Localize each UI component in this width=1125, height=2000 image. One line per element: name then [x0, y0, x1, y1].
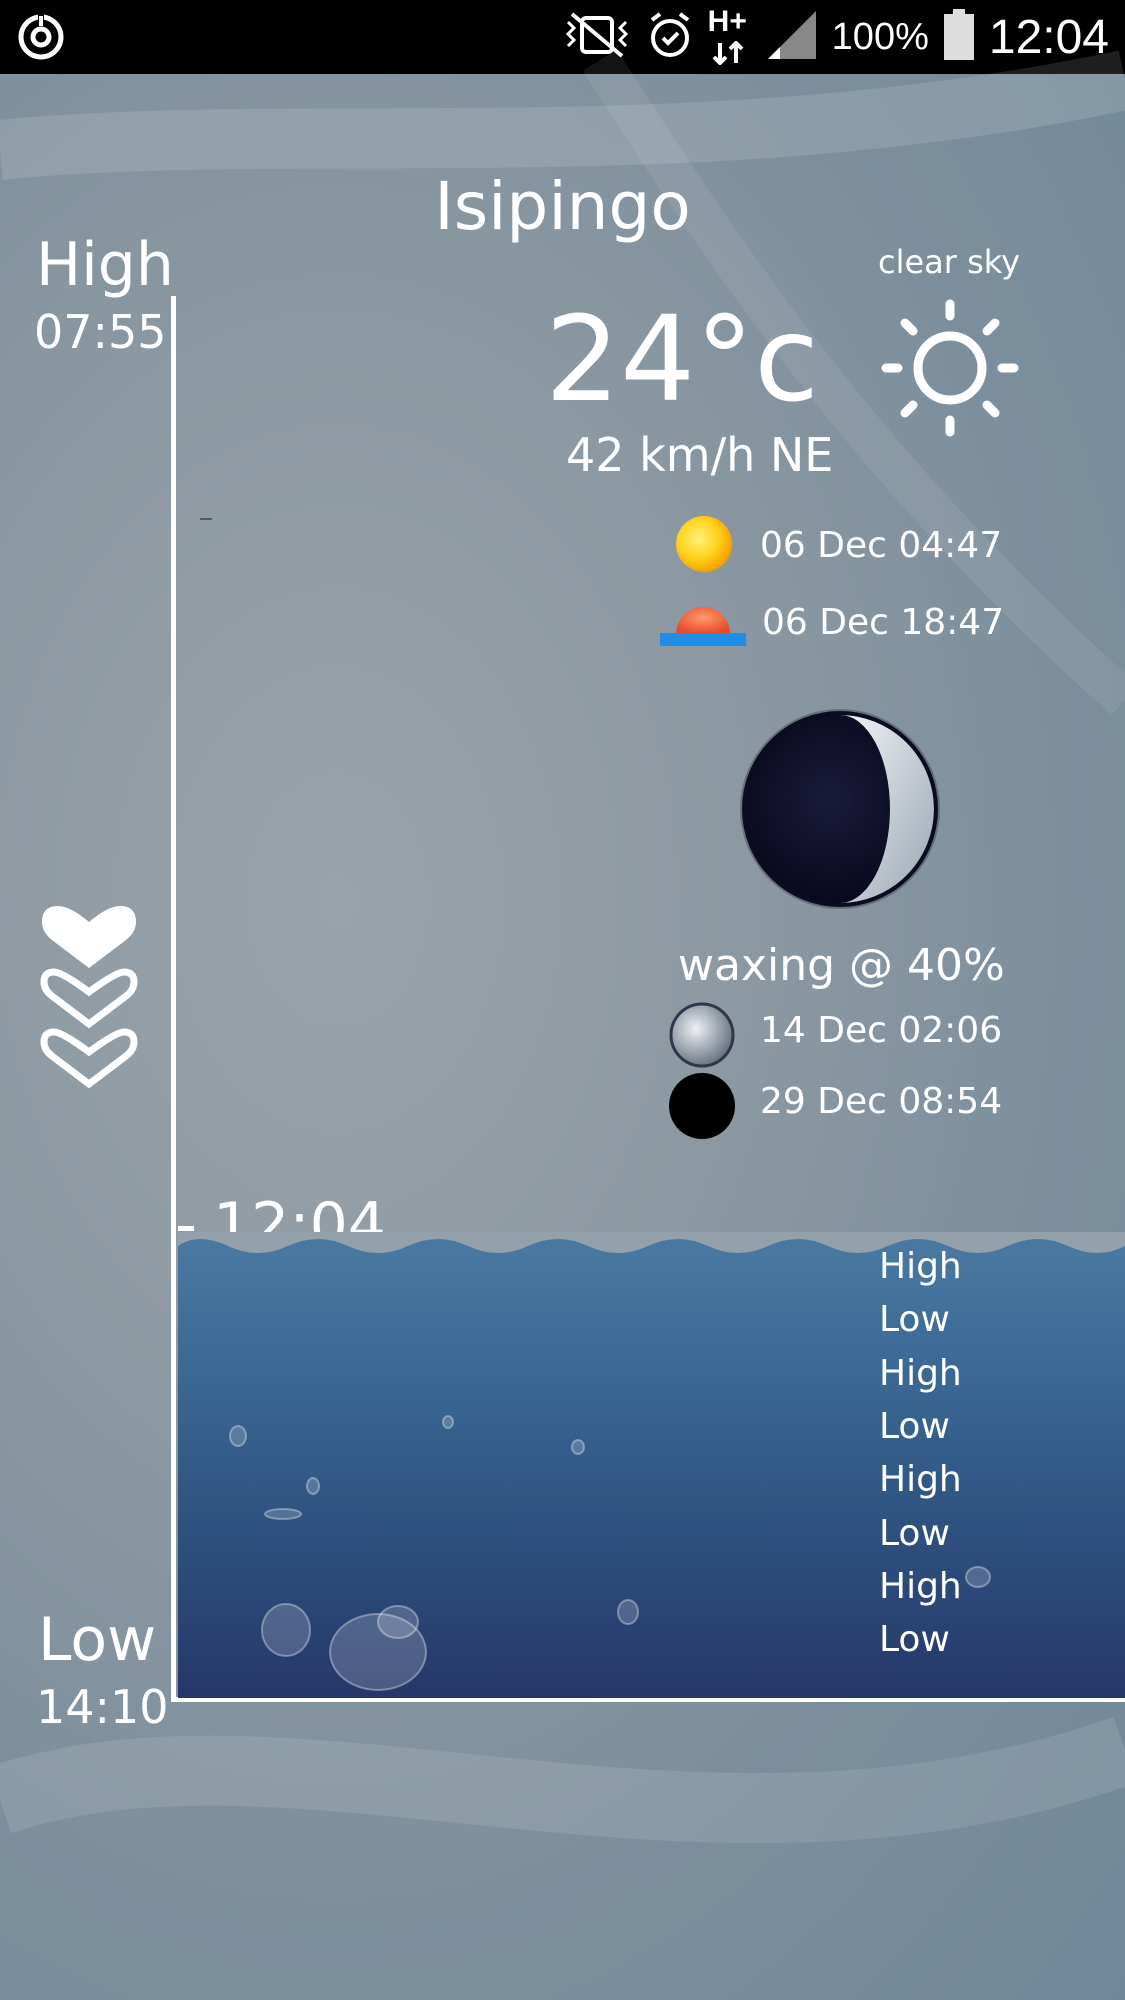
next-low-label: Low	[38, 1605, 157, 1675]
next-high-label: High	[36, 230, 174, 300]
tide-falling-chevrons-icon	[34, 902, 144, 1096]
sun-outline-icon	[880, 298, 1020, 442]
moon-phase-text: waxing @ 40%	[678, 940, 1005, 991]
tide-type: High	[879, 1459, 962, 1501]
new-moon-icon	[668, 1072, 736, 1144]
high-tick	[200, 518, 212, 520]
next-low-time: 14:10	[36, 1680, 169, 1734]
next-high-time: 07:55	[34, 305, 167, 359]
tide-type: Low	[879, 1299, 950, 1341]
water-bubbles	[229, 1415, 991, 1691]
new-moon-date: 29 Dec 08:54	[760, 1081, 1003, 1122]
current-time-tick	[178, 1226, 194, 1231]
temperature: 24°c	[545, 290, 820, 428]
sunset-time: 06 Dec 18:47	[762, 602, 1005, 643]
full-moon-date: 14 Dec 02:06	[760, 1010, 1003, 1051]
tide-water-panel: Tue 06 Dec07:55High1.56 m14:10Low0.68 m2…	[178, 1232, 1125, 1698]
full-moon-icon	[668, 1001, 736, 1073]
tide-type: High	[879, 1246, 962, 1287]
sunrise-time: 06 Dec 04:47	[760, 525, 1003, 566]
tide-type: High	[879, 1565, 962, 1607]
moon-phase-icon	[735, 704, 945, 918]
sunset-icon	[660, 600, 746, 652]
weather-condition: clear sky	[878, 243, 1021, 281]
tide-type: Low	[879, 1619, 950, 1661]
tide-type: Low	[879, 1405, 950, 1447]
tide-type: High	[879, 1352, 962, 1394]
wind-speed: 42 km/h NE	[566, 428, 834, 482]
tide-type: Low	[879, 1512, 950, 1554]
tide-axis-vertical	[171, 296, 176, 1702]
sunrise-icon	[672, 512, 736, 580]
